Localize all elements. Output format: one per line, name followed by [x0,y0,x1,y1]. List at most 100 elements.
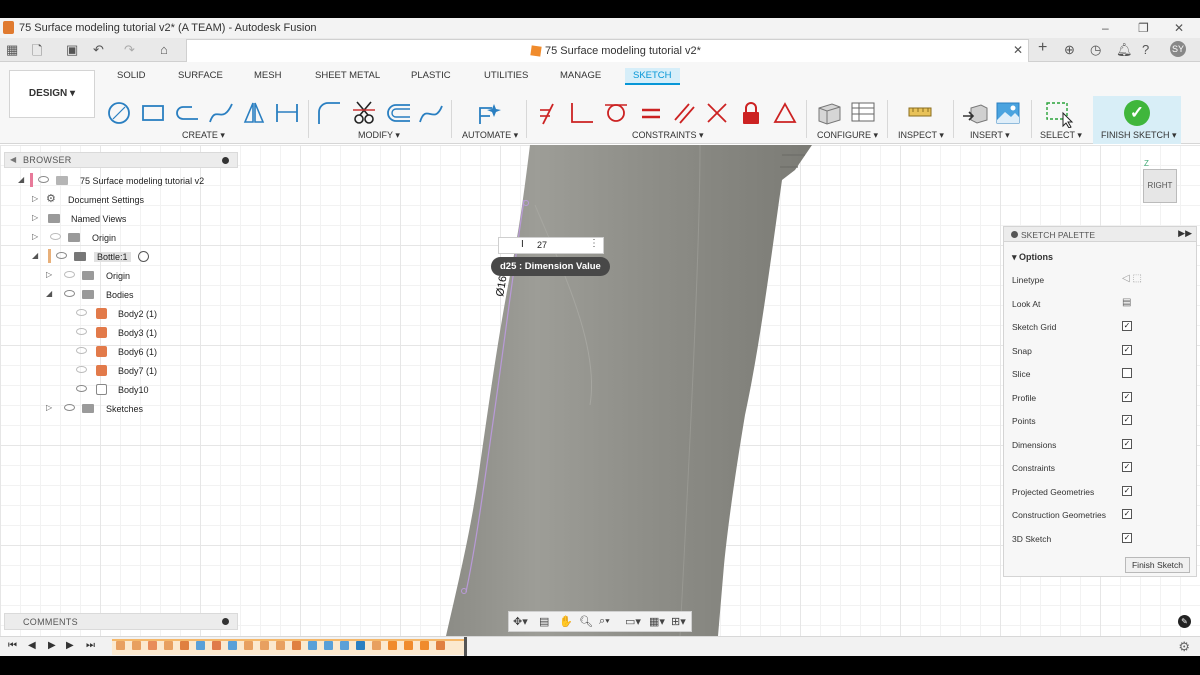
undo-icon[interactable]: ↶ [93,42,104,58]
tree-root[interactable]: ◢ 75 Surface modeling tutorial v2 [18,173,228,190]
display-settings-icon[interactable]: ▭▾ [625,615,641,628]
inspect-menu[interactable]: INSPECT ▾ [898,130,944,141]
visibility-eye-icon[interactable] [64,271,75,278]
configure-menu[interactable]: CONFIGURE ▾ [817,130,878,141]
maximize-button[interactable]: ❐ [1138,21,1149,35]
tree-item-body2[interactable]: Body2 (1) [76,306,216,323]
tab-sheet-metal[interactable]: SHEET METAL [315,70,380,81]
job-status-icon[interactable]: ◷ [1090,42,1101,58]
collapse-arrow-icon[interactable]: ◀ [10,155,16,164]
rectangle-tool-icon[interactable] [140,100,166,126]
tree-item-named-views[interactable]: ▷ Named Views [32,211,212,228]
tree-item-origin[interactable]: ▷ Origin [32,230,212,247]
look-at-nav-icon[interactable]: ▤ [539,615,549,628]
tree-item-body3[interactable]: Body3 (1) [76,325,216,342]
pin-icon[interactable] [222,157,229,164]
mirror-tool-icon[interactable] [241,100,267,126]
feedback-icon[interactable]: ✎ [1178,615,1191,628]
expand-palette-icon[interactable]: ▶▶ [1178,228,1192,239]
measure-tool-icon[interactable] [907,100,935,126]
perpendicular-constraint-icon[interactable] [569,100,595,126]
go-to-end-icon[interactable]: ⏭ [86,640,95,651]
expand-arrow-icon[interactable]: ▷ [32,213,38,222]
fix-constraint-icon[interactable] [738,100,764,126]
timeline-feature-icon[interactable] [404,641,413,650]
visibility-eye-icon[interactable] [50,233,61,240]
viewcube[interactable]: RIGHT [1143,169,1177,203]
pin-icon[interactable] [222,618,229,625]
tab-manage[interactable]: MANAGE [560,70,601,81]
go-to-start-icon[interactable]: ⏮ [8,640,17,651]
timeline-feature-icon[interactable] [340,641,349,650]
tree-item-body6[interactable]: Body6 (1) [76,344,216,361]
viewcube-face-label[interactable]: RIGHT [1148,181,1173,190]
expand-arrow-icon[interactable]: ▷ [32,194,38,203]
visibility-eye-icon[interactable] [76,328,87,335]
close-window-button[interactable]: ✕ [1174,21,1184,35]
tab-surface[interactable]: SURFACE [178,70,223,81]
dimensions-checkbox[interactable]: ✓ [1122,439,1132,449]
construction-geometries-checkbox[interactable]: ✓ [1122,509,1132,519]
timeline-feature-icon[interactable] [388,641,397,650]
timeline-feature-icon[interactable] [260,641,269,650]
grid-settings-icon[interactable]: ▦▾ [649,615,665,628]
tree-item-origin-sub[interactable]: ▷ Origin [46,268,206,285]
insert-menu[interactable]: INSERT ▾ [970,130,1010,141]
timeline-feature-icon[interactable] [356,641,365,650]
timeline-feature-icon[interactable] [276,641,285,650]
timeline-feature-icon[interactable] [372,641,381,650]
timeline-feature-icon[interactable] [116,641,125,650]
circle-tool-icon[interactable] [106,100,132,126]
equal-constraint-icon[interactable] [638,100,664,126]
parallel-constraint-icon[interactable] [671,100,697,126]
automate-tool-icon[interactable] [476,100,504,128]
tab-sketch[interactable]: SKETCH [625,68,680,85]
projected-geometries-checkbox[interactable]: ✓ [1122,486,1132,496]
file-menu-icon[interactable]: 🗋 [32,42,42,64]
midpoint-constraint-icon[interactable] [704,100,730,126]
step-forward-icon[interactable]: ▶ [66,640,74,651]
constraints-menu[interactable]: CONSTRAINTS ▾ [632,130,704,141]
visibility-eye-icon[interactable] [56,252,67,259]
document-tab[interactable]: 75 Surface modeling tutorial v2* ✕ [186,39,1029,62]
help-icon[interactable]: ? [1142,42,1149,57]
coincident-constraint-icon[interactable] [537,100,563,126]
timeline-feature-icon[interactable] [164,641,173,650]
orbit-icon[interactable]: ✥▾ [513,615,528,628]
slice-checkbox[interactable] [1122,368,1132,378]
fillet-tool-icon[interactable] [316,100,342,126]
timeline-feature-icon[interactable] [212,641,221,650]
3d-sketch-checkbox[interactable]: ✓ [1122,533,1132,543]
sketch-palette-header[interactable]: SKETCH PALETTE ▶▶ [1004,227,1196,242]
linetype-icon[interactable]: ◁ ⬚ [1122,273,1142,284]
constraints-checkbox[interactable]: ✓ [1122,462,1132,472]
workspace-switcher[interactable]: DESIGN ▾ [9,70,95,118]
finish-sketch-button[interactable]: ✓ FINISH SKETCH ▾ [1093,96,1181,144]
tree-item-body10[interactable]: Body10 [76,382,216,399]
expand-arrow-icon[interactable]: ▷ [46,403,52,412]
timeline-settings-icon[interactable]: ⚙ [1178,639,1190,655]
tree-item-bottle[interactable]: ◢ Bottle:1 [32,249,212,266]
play-icon[interactable]: ▶ [48,640,56,651]
new-tab-icon[interactable]: + [1038,39,1047,57]
minimize-button[interactable]: – [1102,21,1109,35]
slot-tool-icon[interactable] [174,100,200,126]
select-menu[interactable]: SELECT ▾ [1040,130,1082,141]
timeline-feature-icon[interactable] [244,641,253,650]
sketch-dimension-icon[interactable] [274,100,300,126]
timeline-feature-icon[interactable] [292,641,301,650]
redo-icon[interactable]: ↷ [124,42,135,58]
insert-canvas-icon[interactable] [995,100,1021,126]
spline-tool-icon[interactable] [208,100,234,126]
expand-arrow-icon[interactable]: ▷ [32,232,38,241]
timeline-feature-icon[interactable] [148,641,157,650]
tree-item-document-settings[interactable]: ▷ ⚙ Document Settings [32,192,212,209]
tangent-constraint-icon[interactable] [603,100,629,126]
activate-radio-icon[interactable] [138,251,149,262]
tab-plastic[interactable]: PLASTIC [411,70,451,81]
expand-arrow-icon[interactable]: ◢ [18,175,24,184]
options-section[interactable]: ▾ Options [1012,252,1053,263]
visibility-eye-icon[interactable] [76,347,87,354]
profile-checkbox[interactable]: ✓ [1122,392,1132,402]
points-checkbox[interactable]: ✓ [1122,415,1132,425]
